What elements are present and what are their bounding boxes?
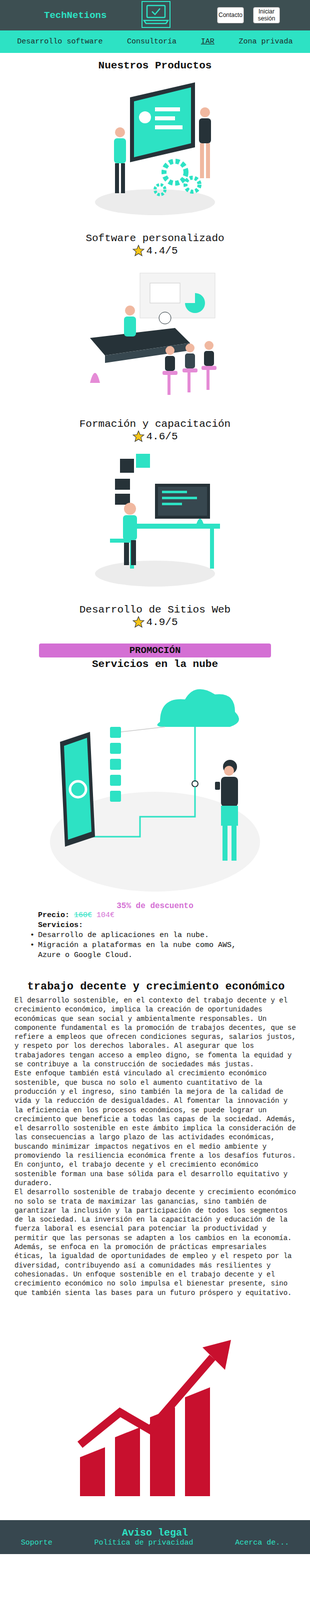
rating-value: 4.9/5 [146, 617, 178, 629]
nav-item[interactable]: Desarrollo software [17, 37, 103, 46]
software-illustration-icon [80, 77, 230, 221]
product-name: Formación y capacitación [79, 419, 231, 431]
rating-value: 4.6/5 [146, 431, 178, 443]
product-name: Software personalizado [85, 233, 224, 245]
header: TechNetions Contacto Iniciar sesión [0, 0, 310, 31]
services-list: Desarrollo de aplicaciones en la nube.Mi… [38, 932, 310, 962]
service-item: Migración a plataformas en la nube como … [38, 942, 260, 962]
training-illustration-icon [80, 263, 230, 407]
page: TechNetions Contacto Iniciar sesión Desar… [0, 0, 310, 1557]
star-icon [132, 616, 145, 630]
article-title: trabajo decente y crecimiento económico [14, 982, 298, 995]
header-button[interactable]: Iniciar sesión [253, 7, 280, 24]
laptop-logo-icon[interactable] [140, 0, 172, 31]
footer-link[interactable]: Soporte [21, 1541, 53, 1550]
footer-link[interactable]: Acerca de... [235, 1541, 289, 1550]
nav-item[interactable]: Consultoría [127, 37, 177, 46]
service-item: Desarrollo de aplicaciones en la nube. [38, 932, 260, 942]
product-card[interactable]: Formación y capacitación 4.6/5 [0, 263, 310, 444]
promotion-section: PROMOCIÓN Servicios en la nube 35% de de… [0, 644, 310, 962]
footer-title[interactable]: Aviso legal [122, 1529, 188, 1541]
price-label: Precio: [38, 912, 70, 921]
article-paragraph: El desarrollo sostenible de trabajo dece… [14, 1189, 298, 1300]
growth-image [0, 1299, 310, 1523]
products-title: Nuestros Productos [0, 60, 310, 72]
nav-item[interactable]: Zona privada [239, 37, 293, 46]
old-price: 160€ [74, 912, 92, 921]
article-paragraph: Este enfoque también está vinculado al c… [14, 1070, 298, 1190]
footer-link[interactable]: Política de privacidad [94, 1541, 193, 1550]
star-icon [132, 244, 145, 258]
article-paragraph: El desarrollo sostenible, en el contexto… [14, 997, 298, 1071]
nav-bar: Desarrollo software Consultoría IAR Zona pr… [0, 30, 310, 53]
services-label: Servicios: [38, 922, 310, 932]
product-name: Desarrollo de Sitios Web [79, 605, 231, 617]
logo[interactable]: TechNetions [44, 10, 140, 21]
star-icon [132, 430, 145, 444]
cloud-illustration-icon [45, 678, 265, 898]
nav-item[interactable]: IAR [201, 37, 215, 46]
product-card[interactable]: Desarrollo de Sitios Web 4.9/5 [0, 449, 310, 630]
header-buttons: Contacto Iniciar sesión [217, 7, 280, 24]
header-button[interactable]: Contacto [217, 7, 244, 24]
promotion-details: Precio: 160€ 104€ Servicios: Desarrollo … [0, 912, 310, 962]
promotion-badge: PROMOCIÓN [39, 644, 271, 659]
price: Precio: 160€ 104€ [38, 912, 310, 922]
product-rating: 4.9/5 [132, 616, 178, 630]
footer: Aviso legal Soporte Política de privacida… [0, 1522, 310, 1557]
rating-value: 4.4/5 [146, 245, 178, 257]
new-price: 104€ [96, 912, 115, 921]
growth-chart-icon [75, 1339, 235, 1500]
article: trabajo decente y crecimiento económico … [0, 962, 310, 1300]
web-illustration-icon [80, 449, 230, 593]
footer-links: Soporte Política de privacidad Acerca de..… [0, 1541, 310, 1550]
product-card[interactable]: Software personalizado 4.4/5 [0, 77, 310, 258]
promotion-title: Servicios en la nube [92, 659, 218, 671]
product-rating: 4.6/5 [132, 430, 178, 444]
discount: 35% de descuento [116, 903, 194, 912]
product-rating: 4.4/5 [132, 244, 178, 258]
products-section: Nuestros Productos Software personalizad… [0, 53, 310, 630]
